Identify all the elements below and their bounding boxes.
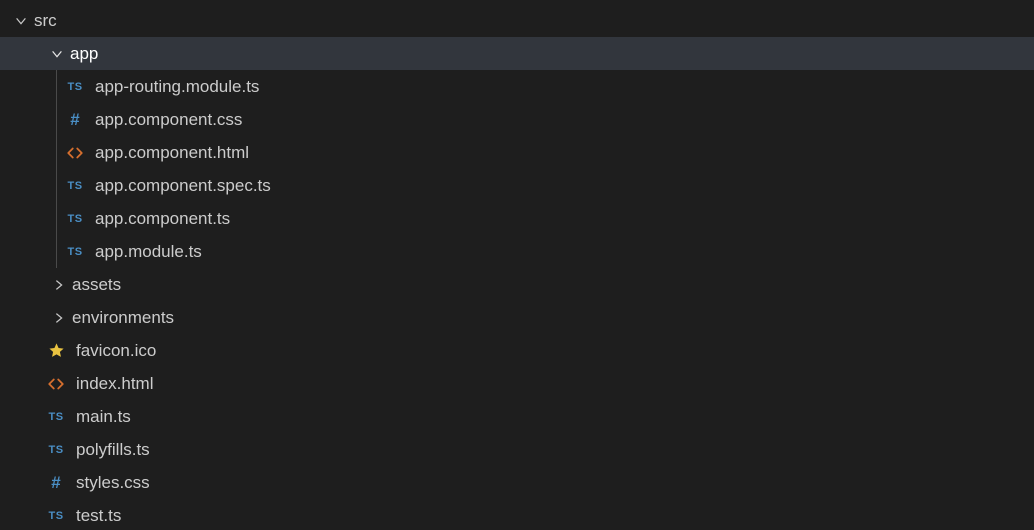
tree-file[interactable]: TS main.ts: [0, 400, 1034, 433]
indent: [0, 268, 50, 301]
typescript-icon: TS: [44, 438, 68, 462]
indent: [0, 235, 56, 268]
file-label: polyfills.ts: [76, 440, 150, 460]
tree-file[interactable]: TS polyfills.ts: [0, 433, 1034, 466]
chevron-right-icon: [50, 276, 68, 294]
file-explorer-tree: src app TS app-routing.module.ts # app.c…: [0, 0, 1034, 530]
indent: [0, 136, 56, 169]
tree-file[interactable]: index.html: [0, 367, 1034, 400]
indent: [0, 433, 44, 466]
tree-file[interactable]: TS app.module.ts: [0, 235, 1034, 268]
indent: [0, 70, 56, 103]
indent: [0, 37, 48, 70]
file-label: app.component.spec.ts: [95, 176, 271, 196]
tree-file[interactable]: # styles.css: [0, 466, 1034, 499]
folder-label: src: [34, 11, 57, 31]
tree-file[interactable]: TS app.component.spec.ts: [0, 169, 1034, 202]
indent: [0, 103, 56, 136]
typescript-icon: TS: [44, 504, 68, 528]
favicon-star-icon: [44, 339, 68, 363]
html-code-icon: [63, 141, 87, 165]
typescript-icon: TS: [63, 240, 87, 264]
folder-label: environments: [72, 308, 174, 328]
chevron-down-icon: [12, 12, 30, 30]
file-label: app-routing.module.ts: [95, 77, 259, 97]
file-label: index.html: [76, 374, 153, 394]
file-label: app.component.html: [95, 143, 249, 163]
tree-folder-src[interactable]: src: [0, 4, 1034, 37]
typescript-icon: TS: [44, 405, 68, 429]
indent: [0, 169, 56, 202]
typescript-icon: TS: [63, 75, 87, 99]
indent: [0, 202, 56, 235]
css-hash-icon: #: [44, 471, 68, 495]
file-label: app.component.ts: [95, 209, 230, 229]
file-label: app.module.ts: [95, 242, 202, 262]
tree-folder-app[interactable]: app: [0, 37, 1034, 70]
file-label: app.component.css: [95, 110, 242, 130]
css-hash-icon: #: [63, 108, 87, 132]
indent: [0, 4, 12, 37]
tree-file[interactable]: TS test.ts: [0, 499, 1034, 530]
indent: [0, 301, 50, 334]
indent: [0, 334, 44, 367]
file-label: styles.css: [76, 473, 150, 493]
html-code-icon: [44, 372, 68, 396]
file-label: test.ts: [76, 506, 121, 526]
tree-file[interactable]: # app.component.css: [0, 103, 1034, 136]
tree-file[interactable]: favicon.ico: [0, 334, 1034, 367]
indent: [0, 367, 44, 400]
tree-file[interactable]: TS app-routing.module.ts: [0, 70, 1034, 103]
folder-label: assets: [72, 275, 121, 295]
typescript-icon: TS: [63, 207, 87, 231]
chevron-down-icon: [48, 45, 66, 63]
indent: [0, 466, 44, 499]
chevron-right-icon: [50, 309, 68, 327]
folder-label: app: [70, 44, 98, 64]
typescript-icon: TS: [63, 174, 87, 198]
tree-folder-assets[interactable]: assets: [0, 268, 1034, 301]
file-label: favicon.ico: [76, 341, 156, 361]
file-label: main.ts: [76, 407, 131, 427]
indent: [0, 400, 44, 433]
tree-file[interactable]: app.component.html: [0, 136, 1034, 169]
tree-folder-environments[interactable]: environments: [0, 301, 1034, 334]
indent: [0, 499, 44, 530]
tree-file[interactable]: TS app.component.ts: [0, 202, 1034, 235]
